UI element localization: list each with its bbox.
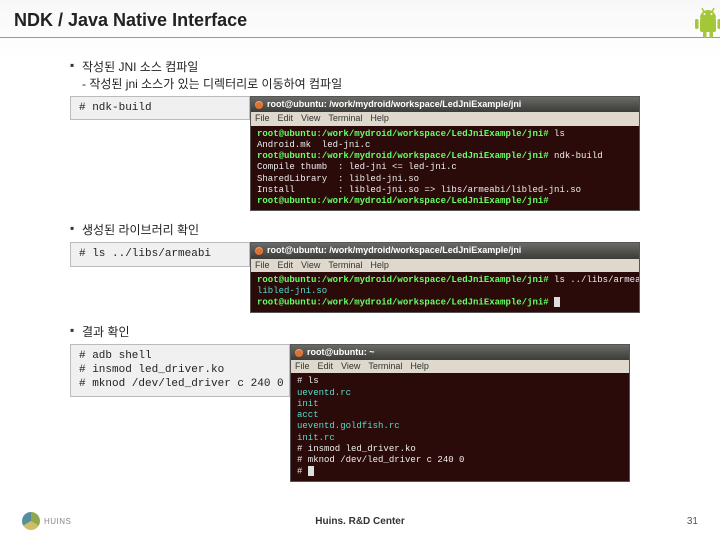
- close-icon: [295, 349, 303, 357]
- terminal-body: root@ubuntu:/work/mydroid/workspace/LedJ…: [251, 272, 639, 312]
- terminal-titlebar: root@ubuntu: /work/mydroid/workspace/Led…: [251, 243, 639, 258]
- android-icon: [688, 6, 720, 42]
- footer-center: Huins. R&D Center: [315, 516, 404, 527]
- content: 작성된 JNI 소스 컴파일 - 작성된 jni 소스가 있는 디렉터리로 이동…: [0, 38, 720, 482]
- terminal-menu: FileEditViewTerminalHelp: [291, 360, 629, 373]
- terminal-titlebar: root@ubuntu: ~: [291, 345, 629, 360]
- row-verify-lib: # ls ../libs/armeabi root@ubuntu: /work/…: [70, 242, 660, 313]
- terminal-verify-lib: root@ubuntu: /work/mydroid/workspace/Led…: [250, 242, 640, 313]
- cmdbox-adb: # adb shell # insmod led_driver.ko # mkn…: [70, 344, 290, 397]
- close-icon: [255, 101, 263, 109]
- terminal-compile: root@ubuntu: /work/mydroid/workspace/Led…: [250, 96, 640, 211]
- terminal-menu: FileEditViewTerminalHelp: [251, 259, 639, 272]
- terminal-menu: FileEditViewTerminalHelp: [251, 112, 639, 125]
- terminal-body: # ls ueventd.rc init acct ueventd.goldfi…: [291, 373, 629, 481]
- terminal-titlebar: root@ubuntu: /work/mydroid/workspace/Led…: [251, 97, 639, 112]
- page-title: NDK / Java Native Interface: [0, 0, 720, 38]
- cmdbox-ndkbuild: # ndk-build: [70, 96, 250, 120]
- logo-text: HUINS: [44, 517, 71, 526]
- cmdbox-ls: # ls ../libs/armeabi: [70, 242, 250, 266]
- slide: NDK / Java Native Interface 작성된 JNI 소스 컴…: [0, 0, 720, 540]
- row-result: # adb shell # insmod led_driver.ko # mkn…: [70, 344, 660, 482]
- bullet-verify-lib: 생성된 라이브러리 확인: [70, 221, 660, 238]
- bullet-compile: 작성된 JNI 소스 컴파일 - 작성된 jni 소스가 있는 디렉터리로 이동…: [70, 58, 660, 92]
- row-compile: # ndk-build root@ubuntu: /work/mydroid/w…: [70, 96, 660, 211]
- terminal-result: root@ubuntu: ~ FileEditViewTerminalHelp …: [290, 344, 630, 482]
- logo-icon: [22, 512, 40, 530]
- logo: HUINS: [22, 512, 71, 530]
- terminal-body: root@ubuntu:/work/mydroid/workspace/LedJ…: [251, 126, 639, 211]
- title-text: NDK / Java Native Interface: [14, 10, 247, 30]
- bullet-result: 결과 확인: [70, 323, 660, 340]
- footer: HUINS Huins. R&D Center 31: [0, 512, 720, 530]
- close-icon: [255, 247, 263, 255]
- page-number: 31: [687, 516, 698, 527]
